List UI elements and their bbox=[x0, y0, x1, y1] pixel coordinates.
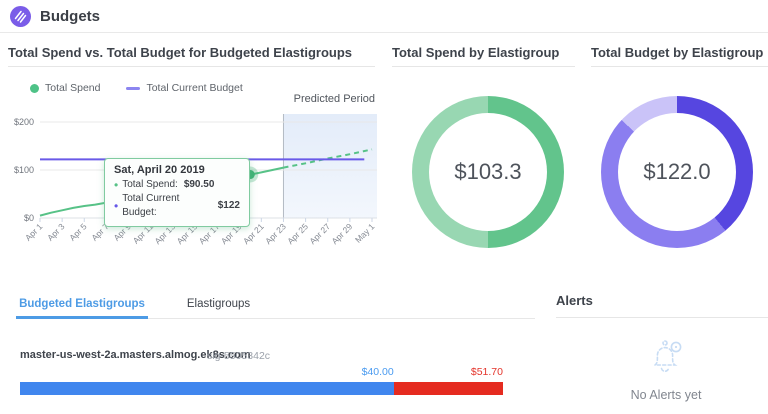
svg-text:Apr 25: Apr 25 bbox=[285, 221, 310, 246]
budgets-page: Budgets Total Spend vs. Total Budget for… bbox=[0, 0, 768, 414]
budget-bar-labels: $40.00 $51.70 bbox=[20, 366, 503, 379]
budget-amount-label: $51.70 bbox=[471, 366, 503, 378]
bell-icon bbox=[644, 334, 688, 380]
legend-item-total-current-budget[interactable]: Total Current Budget bbox=[126, 82, 242, 94]
section-divider bbox=[8, 66, 375, 67]
svg-text:$0: $0 bbox=[24, 213, 34, 223]
elastigroup-sig: sig-5505342c bbox=[207, 350, 270, 362]
spotinst-logo-icon[interactable] bbox=[10, 6, 31, 27]
legend-label: Total Current Budget bbox=[146, 82, 242, 94]
section-divider bbox=[556, 317, 768, 318]
spend-bar-segment bbox=[20, 382, 394, 395]
app-header: Budgets bbox=[0, 0, 768, 33]
budget-usage-bar[interactable] bbox=[20, 382, 503, 395]
svg-text:Apr 3: Apr 3 bbox=[45, 221, 67, 243]
spend-amount-label: $40.00 bbox=[20, 366, 394, 378]
bullet-icon: • bbox=[114, 180, 118, 190]
total-spend-value: $103.3 bbox=[454, 159, 521, 185]
svg-text:Apr 27: Apr 27 bbox=[307, 221, 332, 246]
alerts-title: Alerts bbox=[556, 293, 593, 308]
svg-text:Apr 23: Apr 23 bbox=[263, 221, 288, 246]
total-budget-line-icon bbox=[126, 87, 140, 90]
section-divider bbox=[392, 66, 575, 67]
page-title: Budgets bbox=[40, 0, 100, 33]
total-budget-value: $122.0 bbox=[643, 159, 710, 185]
bullet-icon: • bbox=[114, 201, 118, 211]
tab-elastigroups[interactable]: Elastigroups bbox=[166, 292, 271, 319]
total-budget-title: Total Budget by Elastigroup bbox=[591, 45, 763, 60]
total-spend-dot-icon bbox=[30, 84, 39, 93]
legend-label: Total Spend bbox=[45, 82, 100, 94]
tooltip-date: Sat, April 20 2019 bbox=[114, 164, 240, 176]
svg-text:Apr 29: Apr 29 bbox=[329, 221, 354, 246]
total-spend-donut-chart[interactable]: $103.3 bbox=[412, 96, 564, 248]
svg-text:Apr 5: Apr 5 bbox=[67, 221, 89, 243]
chart-legend: Total Spend Total Current Budget bbox=[30, 82, 243, 94]
total-spend-title: Total Spend by Elastigroup bbox=[392, 45, 559, 60]
section-divider bbox=[591, 66, 768, 67]
svg-text:May 1: May 1 bbox=[353, 221, 377, 245]
tab-budgeted-elastigroups[interactable]: Budgeted Elastigroups bbox=[16, 292, 148, 319]
tooltip-row-budget: • Total Current Budget: $122 bbox=[114, 192, 240, 220]
overage-bar-segment bbox=[394, 382, 503, 395]
spend-vs-budget-title: Total Spend vs. Total Budget for Budgete… bbox=[8, 45, 352, 60]
chart-tooltip: Sat, April 20 2019 • Total Spend: $90.50… bbox=[104, 158, 250, 227]
svg-text:$200: $200 bbox=[14, 117, 34, 127]
svg-text:$100: $100 bbox=[14, 165, 34, 175]
elastigroup-tabs: Budgeted Elastigroups Elastigroups bbox=[16, 292, 535, 319]
spend-vs-budget-chart[interactable]: $0$100$200Apr 1Apr 3Apr 5Apr 7Apr 9Apr 1… bbox=[6, 104, 378, 276]
no-alerts-text: No Alerts yet bbox=[576, 388, 756, 402]
legend-item-total-spend[interactable]: Total Spend bbox=[30, 82, 100, 94]
svg-text:Apr 1: Apr 1 bbox=[23, 221, 45, 243]
total-budget-donut-chart[interactable]: $122.0 bbox=[601, 96, 753, 248]
tooltip-row-spend: • Total Spend: $90.50 bbox=[114, 178, 240, 192]
